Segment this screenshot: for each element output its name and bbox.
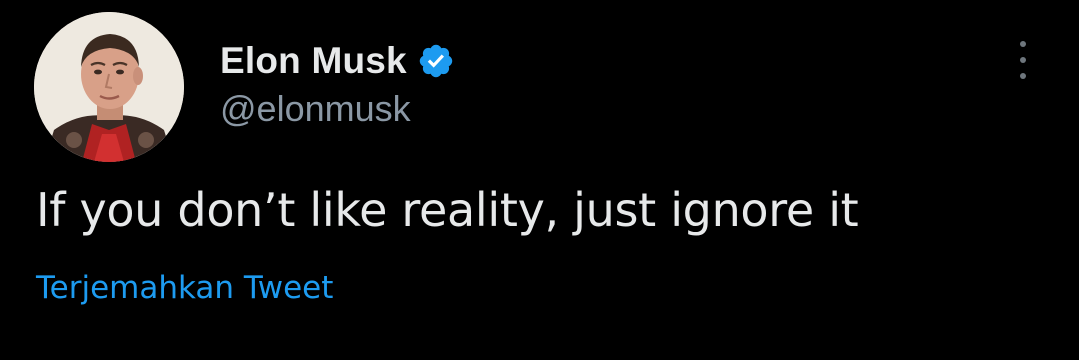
more-options-icon[interactable]: [1010, 40, 1036, 80]
tweet-card: Elon Musk @elonmusk If you don’t like re…: [0, 0, 1079, 360]
more-dot: [1020, 73, 1026, 79]
tweet-text: If you don’t like reality, just ignore i…: [36, 183, 859, 237]
translate-tweet-link[interactable]: Terjemahkan Tweet: [36, 270, 333, 306]
more-dot: [1020, 57, 1026, 63]
author-name-row[interactable]: Elon Musk: [220, 38, 455, 84]
author-display-name[interactable]: Elon Musk: [220, 40, 407, 82]
verified-badge-icon: [417, 42, 455, 80]
author-handle[interactable]: @elonmusk: [220, 88, 411, 130]
more-dot: [1020, 41, 1026, 47]
avatar[interactable]: [34, 12, 184, 162]
